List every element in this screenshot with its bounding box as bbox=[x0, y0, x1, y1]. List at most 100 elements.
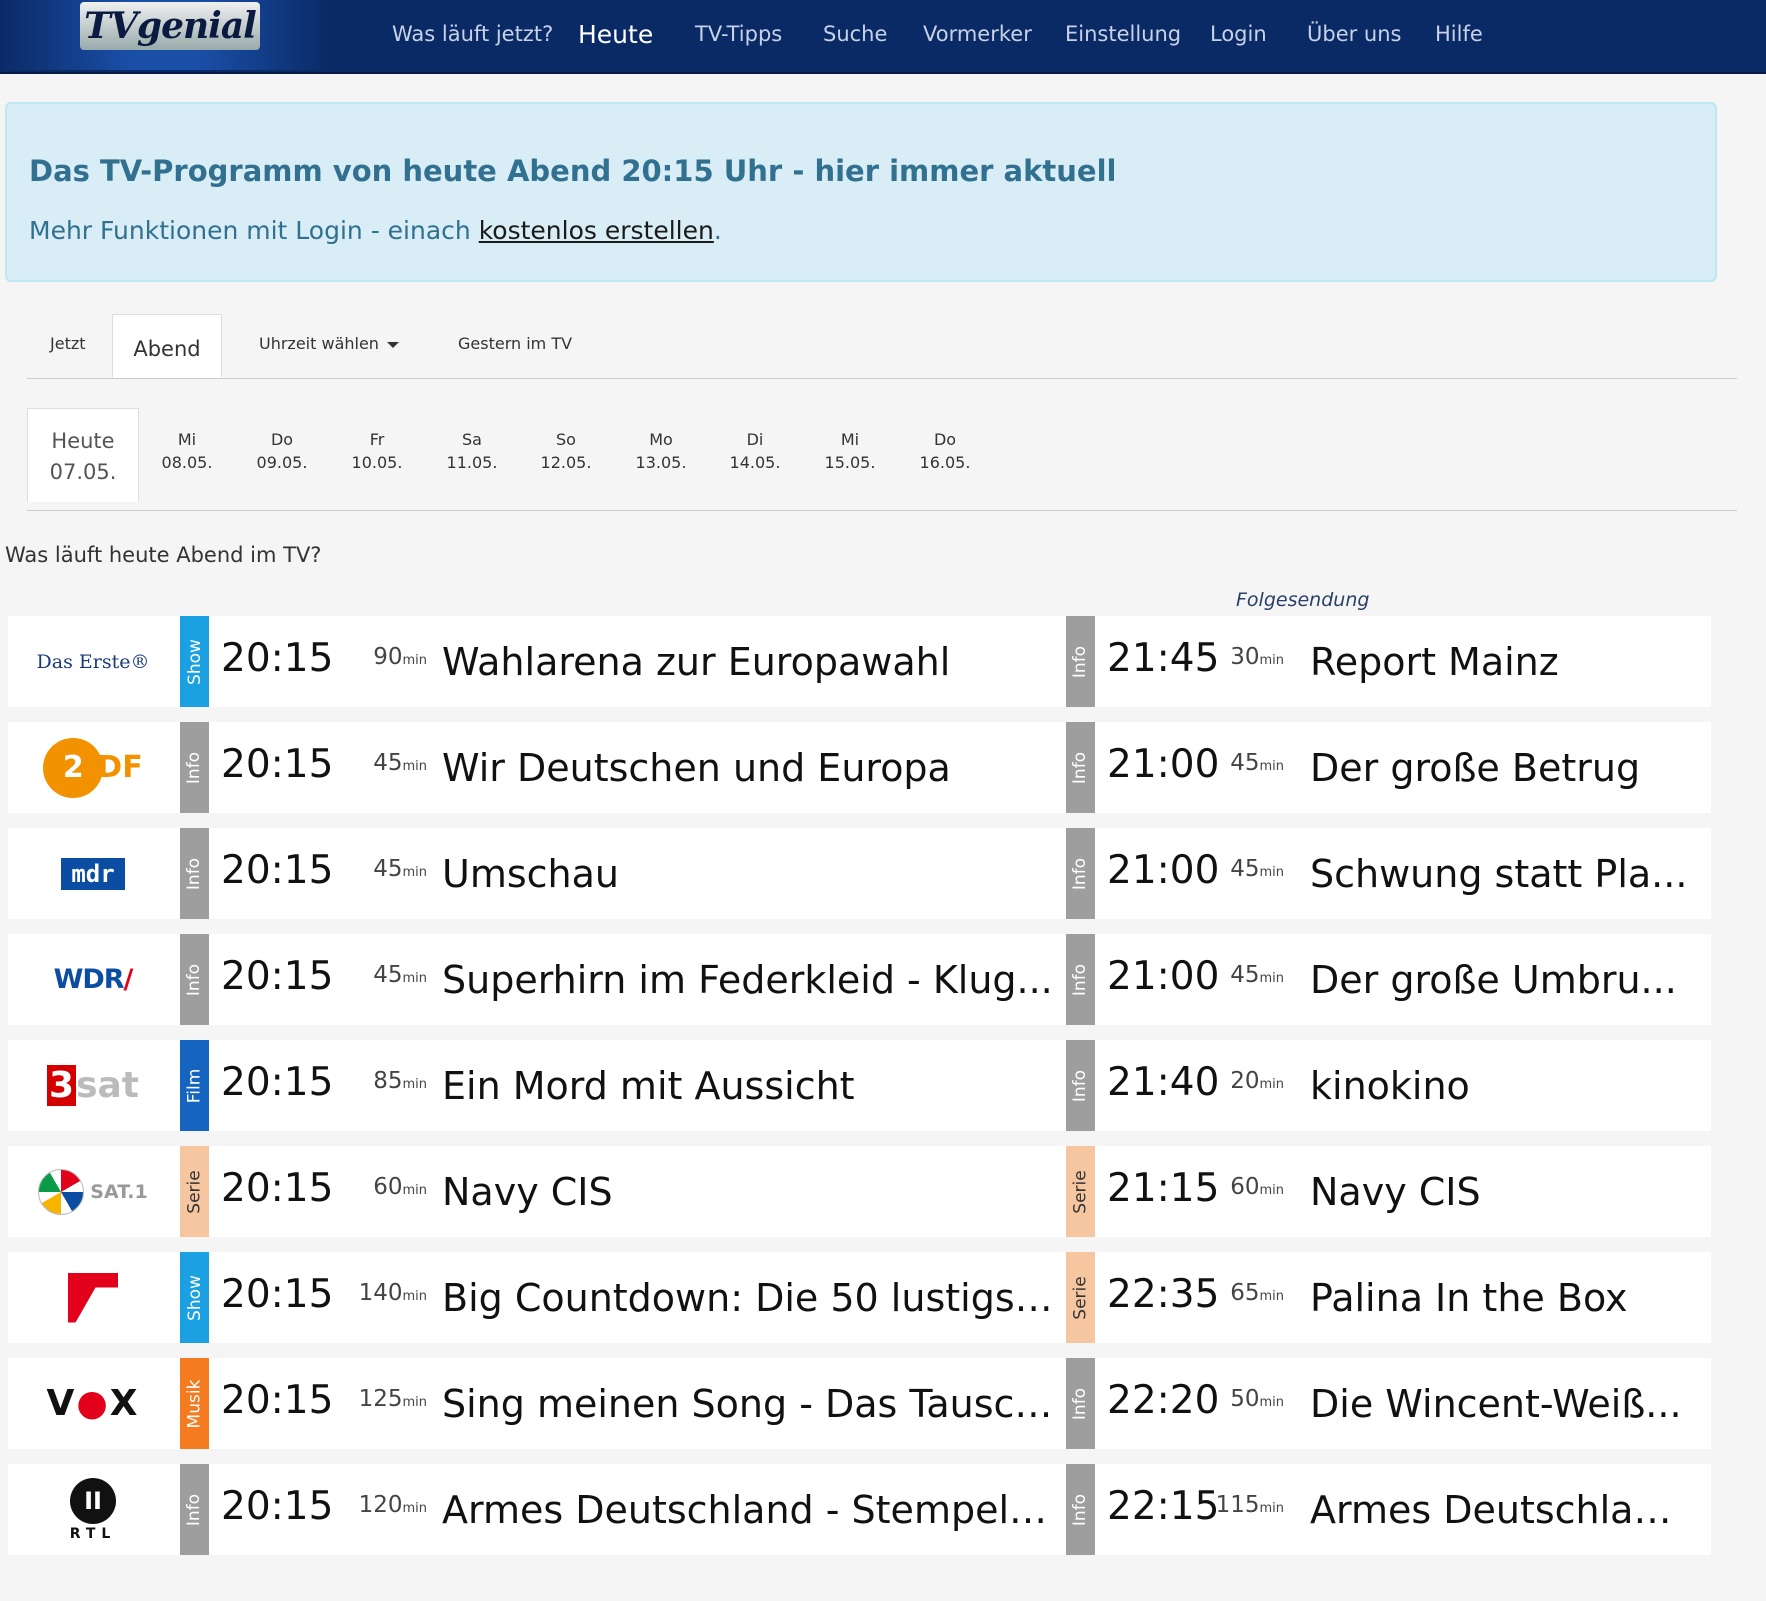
next-program-title[interactable]: Navy CIS bbox=[1310, 1170, 1693, 1214]
day-item-today[interactable]: Heute 07.05. bbox=[27, 408, 139, 502]
next-duration: 65min bbox=[1230, 1280, 1284, 1306]
duration: 45min bbox=[373, 856, 427, 882]
next-duration: 115min bbox=[1215, 1492, 1284, 1518]
nav-login[interactable]: Login bbox=[1210, 22, 1267, 46]
day-date: 12.05. bbox=[540, 453, 592, 472]
genre-badge: Serie bbox=[1066, 1146, 1095, 1237]
nav-suche[interactable]: Suche bbox=[823, 22, 887, 46]
channel-logo-das-erste[interactable]: Das Erste® bbox=[8, 616, 178, 707]
site-logo[interactable]: TVgenial bbox=[0, 0, 330, 70]
tab-gestern[interactable]: Gestern im TV bbox=[458, 314, 572, 378]
channel-logo-mdr[interactable]: mdr bbox=[8, 828, 178, 919]
day-item[interactable]: So 12.05. bbox=[531, 428, 601, 474]
start-time: 20:15 bbox=[221, 1378, 334, 1423]
next-program-title[interactable]: Palina In the Box bbox=[1310, 1276, 1693, 1320]
mdr-logo: mdr bbox=[61, 857, 125, 890]
next-duration: 45min bbox=[1230, 750, 1284, 776]
next-program-title[interactable]: Der große Betrug bbox=[1310, 746, 1693, 790]
genre-badge: Info bbox=[1066, 1358, 1095, 1449]
program-row: V●X Musik 20:15 125min Sing meinen Song … bbox=[8, 1358, 1711, 1449]
next-start-time: 22:35 bbox=[1107, 1272, 1220, 1317]
program-row: mdr Info 20:15 45min Umschau Info 21:00 … bbox=[8, 828, 1711, 919]
tab-uhrzeit-label: Uhrzeit wählen bbox=[259, 334, 379, 353]
day-item[interactable]: Do 09.05. bbox=[247, 428, 317, 474]
info-subtitle: Mehr Funktionen mit Login - einach koste… bbox=[29, 216, 722, 245]
day-item[interactable]: Mi 08.05. bbox=[152, 428, 222, 474]
program-row: WDR/ Info 20:15 45min Superhirn im Feder… bbox=[8, 934, 1711, 1025]
day-name: So bbox=[556, 430, 576, 449]
duration: 45min bbox=[373, 750, 427, 776]
channel-logo-vox[interactable]: V●X bbox=[8, 1358, 178, 1449]
program-title[interactable]: Armes Deutschland - Stempeln... bbox=[442, 1488, 1056, 1532]
day-selector: Heute 07.05. Mi 08.05. Do 09.05. Fr 10.0… bbox=[27, 408, 1737, 511]
tab-uhrzeit-waehlen[interactable]: Uhrzeit wählen bbox=[259, 314, 399, 378]
day-name: Mo bbox=[649, 430, 673, 449]
program-title[interactable]: Superhirn im Federkleid - Klug... bbox=[442, 958, 1056, 1002]
channel-logo-3sat[interactable]: 3sat bbox=[8, 1040, 178, 1131]
day-date: 11.05. bbox=[446, 453, 498, 472]
program-title[interactable]: Sing meinen Song - Das Tausch... bbox=[442, 1382, 1056, 1426]
tab-abend[interactable]: Abend bbox=[112, 314, 222, 378]
genre-badge: Serie bbox=[1066, 1252, 1095, 1343]
day-item[interactable]: Fr 10.05. bbox=[342, 428, 412, 474]
day-date: 15.05. bbox=[824, 453, 876, 472]
day-name: Di bbox=[746, 430, 764, 449]
channel-logo-sat1[interactable]: SAT.1 bbox=[8, 1146, 178, 1237]
nav-ueber-uns[interactable]: Über uns bbox=[1307, 22, 1402, 46]
genre-badge: Info bbox=[1066, 934, 1095, 1025]
duration: 85min bbox=[373, 1068, 427, 1094]
nav-hilfe[interactable]: Hilfe bbox=[1435, 22, 1483, 46]
program-title[interactable]: Ein Mord mit Aussicht bbox=[442, 1064, 1056, 1108]
next-program-title[interactable]: Report Mainz bbox=[1310, 640, 1693, 684]
day-item[interactable]: Mi 15.05. bbox=[815, 428, 885, 474]
genre-badge: Show bbox=[180, 1252, 209, 1343]
nav-vormerker[interactable]: Vormerker bbox=[923, 22, 1032, 46]
nav-einstellung[interactable]: Einstellung bbox=[1065, 22, 1181, 46]
program-row: SAT.1 Serie 20:15 60min Navy CIS Serie 2… bbox=[8, 1146, 1711, 1237]
signup-link[interactable]: kostenlos erstellen bbox=[479, 216, 714, 245]
sat1-logo: SAT.1 bbox=[38, 1168, 148, 1215]
next-program-title[interactable]: Die Wincent-Weiß... bbox=[1310, 1382, 1693, 1426]
start-time: 20:15 bbox=[221, 1166, 334, 1211]
day-item[interactable]: Di 14.05. bbox=[720, 428, 790, 474]
channel-logo-rtl2[interactable]: II RTL bbox=[8, 1464, 178, 1555]
day-date: 08.05. bbox=[161, 453, 213, 472]
nav-heute[interactable]: Heute bbox=[578, 20, 653, 49]
next-start-time: 21:45 bbox=[1107, 636, 1220, 681]
program-title[interactable]: Big Countdown: Die 50 lustigst... bbox=[442, 1276, 1056, 1320]
channel-logo-wdr[interactable]: WDR/ bbox=[8, 934, 178, 1025]
next-program-title[interactable]: Armes Deutschlan... bbox=[1310, 1488, 1693, 1532]
das-erste-logo-text: Das Erste® bbox=[36, 650, 150, 673]
sat1-ball-icon bbox=[38, 1168, 85, 1215]
genre-badge: Info bbox=[180, 828, 209, 919]
program-title[interactable]: Wir Deutschen und Europa bbox=[442, 746, 1056, 790]
nav-was-laeuft-jetzt[interactable]: Was läuft jetzt? bbox=[392, 22, 553, 46]
channel-logo-zdf[interactable]: 2 DF bbox=[8, 722, 178, 813]
day-item[interactable]: Do 16.05. bbox=[910, 428, 980, 474]
day-item[interactable]: Mo 13.05. bbox=[626, 428, 696, 474]
start-time: 20:15 bbox=[221, 848, 334, 893]
next-program-title[interactable]: Schwung statt Pla... bbox=[1310, 852, 1693, 896]
next-start-time: 21:40 bbox=[1107, 1060, 1220, 1105]
rtl2-logo-text: RTL bbox=[69, 1525, 117, 1542]
next-program-title[interactable]: Der große Umbru... bbox=[1310, 958, 1693, 1002]
program-title[interactable]: Wahlarena zur Europawahl bbox=[442, 640, 1056, 684]
genre-badge: Info bbox=[1066, 828, 1095, 919]
duration: 125min bbox=[358, 1386, 427, 1412]
program-title[interactable]: Umschau bbox=[442, 852, 1056, 896]
genre-badge: Show bbox=[180, 616, 209, 707]
day-name: Mi bbox=[177, 430, 197, 449]
tab-jetzt[interactable]: Jetzt bbox=[50, 314, 86, 378]
day-item[interactable]: Sa 11.05. bbox=[437, 428, 507, 474]
next-program-title[interactable]: kinokino bbox=[1310, 1064, 1693, 1108]
program-title[interactable]: Navy CIS bbox=[442, 1170, 1056, 1214]
day-name: Heute bbox=[51, 429, 115, 453]
wdr-logo: WDR/ bbox=[53, 964, 134, 995]
genre-badge: Info bbox=[1066, 616, 1095, 707]
start-time: 20:15 bbox=[221, 636, 334, 681]
nav-tv-tipps[interactable]: TV-Tipps bbox=[695, 22, 782, 46]
channel-logo-prosieben[interactable] bbox=[8, 1252, 178, 1343]
start-time: 20:15 bbox=[221, 954, 334, 999]
next-start-time: 22:15 bbox=[1107, 1484, 1220, 1529]
next-duration: 50min bbox=[1230, 1386, 1284, 1412]
